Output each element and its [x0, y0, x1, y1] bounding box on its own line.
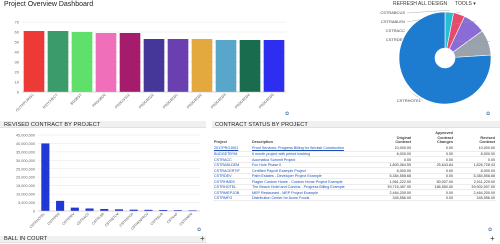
x-tick-label: CSTRLBB [91, 211, 105, 225]
column-header-project[interactable]: Project [213, 131, 251, 146]
design-button[interactable]: DESIGN [428, 1, 447, 7]
y-tick-label: 20 [15, 70, 20, 75]
x-tick-label: OUTKPLANS1 [15, 93, 35, 113]
column-header-revised[interactable]: Revised Contract [454, 131, 496, 146]
x-tick-label: BDSBST [70, 92, 84, 106]
pie-chart: CSTRABCUSCSTRABLENCSTRACCCSTRDEVCSTRHOTE… [380, 10, 492, 105]
pie-chart-panel: CSTRABCUS CSTRABLEN CSTRACC CSTRDEV CSTRHOTE… [330, 8, 498, 113]
refresh-all-button[interactable]: REFRESH ALL [393, 1, 427, 7]
bar[interactable] [143, 39, 165, 92]
x-tick-label: PRDGBD33 [210, 93, 227, 110]
bar[interactable] [167, 39, 189, 92]
bar[interactable] [71, 32, 93, 92]
y-tick-label: 5,000,000 [18, 201, 35, 205]
x-tick-label: CSTRNEM [179, 212, 194, 227]
bar[interactable] [263, 40, 285, 92]
bar[interactable] [56, 200, 65, 211]
y-tick-label: 10 [15, 80, 20, 85]
settings-icon[interactable]: ✿ [488, 227, 492, 233]
y-tick-label: 40,000,000 [16, 142, 35, 146]
y-tick-label: 30,000,000 [16, 159, 35, 163]
revised-contract-chart: 45,000,000 40,000,000 35,000,000 30,000,000… [16, 134, 200, 231]
bar[interactable] [85, 208, 94, 211]
pie-label: CSTRABLEN [381, 19, 405, 24]
x-tick-label: PRDGBD32 [186, 93, 203, 110]
y-tick-label: 25,000,000 [16, 167, 35, 171]
revised-contract-value: 345,556.00 [454, 195, 496, 202]
y-tick-label: 0 [33, 210, 35, 214]
ball-in-court-title: BALL IN COURT [4, 236, 48, 242]
top-bar-chart: 70 60 50 40 30 20 10 0OUTKPLANS1 RSTCHECT BDSBST P… [15, 20, 286, 113]
bar[interactable] [119, 33, 141, 92]
y-tick-label: 30 [15, 60, 20, 65]
tools-menu[interactable]: TOOLS ▾ [455, 1, 476, 7]
bar[interactable] [215, 40, 237, 92]
x-tick-label: PRDGBD22 [138, 93, 155, 110]
approved-changes-value: 0.00 [412, 195, 454, 202]
bar[interactable] [239, 40, 261, 92]
column-header-approved[interactable]: Approved Contract Changes [412, 131, 454, 146]
y-tick-label: 45,000,000 [16, 134, 35, 138]
top-bar-chart-panel: 70 60 50 40 30 20 10 0 OUTKPLANS1 RSTCHECT BDSBST P… [4, 16, 294, 114]
x-tick-label: CSTRSUB [150, 211, 165, 226]
column-header-description[interactable]: Description [251, 131, 370, 146]
bar[interactable] [100, 208, 109, 211]
y-tick-label: 70 [15, 20, 20, 25]
y-tick-label: 40 [15, 50, 20, 55]
settings-icon[interactable]: ✿ [285, 111, 289, 117]
pie-label: CSTRACC [386, 28, 405, 33]
description-link[interactable]: Distribution Center for Acme Foods [251, 195, 370, 202]
x-tick-label: CSTRHOTEL [29, 212, 46, 229]
pie-label: CSTRHOTEL [397, 98, 422, 103]
x-tick-label: PRDGBD2 [92, 93, 107, 108]
revised-contract-title: REVISED CONTRACT BY PROJECT [4, 122, 101, 128]
y-tick-label: 50 [15, 40, 20, 45]
add-ball-in-court-button[interactable]: + [200, 234, 205, 243]
original-contract-value: 345,556.00 [370, 195, 412, 202]
contract-status-table: Project Description Original Contract App… [213, 131, 496, 202]
y-tick-label: 0 [17, 90, 20, 95]
bar[interactable] [41, 143, 50, 211]
x-tick-label: RSTCHECT [42, 92, 59, 109]
y-tick-label: 35,000,000 [16, 150, 35, 154]
bar[interactable] [191, 39, 213, 92]
x-tick-label: PRDGBD31 [162, 93, 179, 110]
bar[interactable] [47, 31, 69, 92]
settings-icon[interactable]: ✿ [197, 227, 201, 233]
table-row: CSTRMFG Distribution Center for Acme Food… [213, 195, 496, 202]
add-widget-button[interactable]: + [490, 234, 495, 243]
x-tick-label: PRDGBD35 [258, 93, 275, 110]
bar[interactable] [70, 207, 79, 211]
pie-label: CSTRABCUS [380, 10, 405, 15]
project-link[interactable]: CSTRMFG [213, 195, 251, 202]
y-tick-label: 60 [15, 30, 20, 35]
contract-status-table-panel: Project Description Original Contract App… [213, 131, 498, 231]
x-tick-label: CSTRACC [76, 211, 91, 226]
settings-icon[interactable]: ✿ [486, 111, 490, 117]
x-tick-label: CSTRPEE [47, 211, 62, 226]
y-tick-label: 10,000,000 [16, 193, 35, 197]
y-tick-label: 20,000,000 [16, 176, 35, 180]
x-tick-label: CSTRDEV [61, 211, 76, 226]
contract-status-title: CONTRACT STATUS BY PROJECT [215, 122, 308, 128]
bar[interactable] [95, 33, 117, 92]
revised-contract-chart-panel: 45,000,000 40,000,000 35,000,000 30,000,000… [2, 131, 206, 231]
x-tick-label: PRDGBD34 [234, 93, 251, 110]
y-tick-label: 15,000,000 [16, 184, 35, 188]
x-tick-label: CSTRBTLM [104, 212, 120, 228]
x-tick-label: CSTRAP [166, 211, 179, 224]
bar[interactable] [114, 209, 124, 211]
column-header-original[interactable]: Original Contract [370, 131, 412, 146]
page-title: Project Overview Dashboard [4, 1, 94, 8]
x-tick-label: PRDGSS12 [114, 93, 130, 109]
bar[interactable] [23, 31, 45, 92]
